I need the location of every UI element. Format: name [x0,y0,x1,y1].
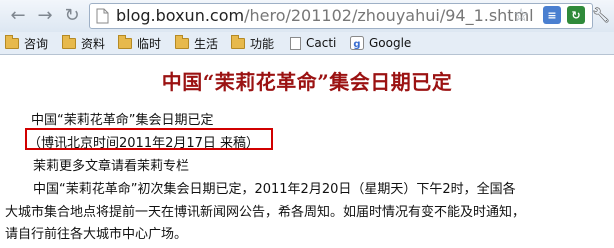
page-icon [290,36,301,50]
url-text[interactable]: blog.boxun.com/hero/201102/zhouyahui/94_… [116,7,534,25]
bookmark-label: Google [369,36,412,50]
bookmark-item[interactable]: 生活 [175,34,219,51]
folder-icon [5,34,19,49]
article-title: 中国“茉莉花革命”集会日期已定 [161,70,453,94]
forward-arrow-icon: → [37,4,53,26]
bookmark-item[interactable]: 临时 [118,34,162,51]
url-host: blog.boxun.com [116,6,245,25]
bookmark-item[interactable]: 功能 [231,34,275,51]
reload-icon: ↻ [64,4,80,26]
flag-extension-glyph: ≡ [547,8,557,22]
reload-button[interactable]: ↻ [60,4,84,26]
back-arrow-icon: ← [10,4,26,26]
wrench-icon: 🔧︎ [591,6,611,24]
bookmark-item[interactable]: 资料 [62,34,106,51]
browser-toolbar: ← → ↻ blog.boxun.com/hero/201102/zhouyah… [0,0,614,32]
folder-icon [175,34,189,49]
svg-text:g: g [353,39,360,50]
bookmark-label: 咨询 [24,36,49,51]
bookmark-item[interactable]: 咨询 [5,34,49,51]
page-content: 中国“茉莉花革命”集会日期已定 中国“茉莉花革命”集会日期已定 （博讯北京时间2… [0,55,614,248]
google-icon: g [350,36,364,50]
forward-button[interactable]: → [33,4,57,26]
settings-button[interactable]: 🔧︎ [589,4,613,26]
folder-icon [231,34,245,49]
folder-icon [62,34,76,49]
article-dateline: （博讯北京时间2011年2月17日 来稿） [28,136,260,151]
bookmark-label: 临时 [137,36,162,51]
folder-icon [118,34,132,49]
bookmark-item[interactable]: g Google [350,35,411,51]
bookmark-label: 生活 [194,36,219,51]
bookmarks-bar: 咨询 资料 临时 生活 功能 Cacti g Google [0,32,614,55]
bookmark-item[interactable]: Cacti [290,35,336,51]
body-line-2: 大城市集合地点将提前一天在博讯新闻网公告，希各周知。如届时情况有变不能及时通知， [5,205,526,220]
refresh-extension-glyph: ↻ [571,8,581,22]
back-button[interactable]: ← [6,4,30,26]
bookmark-label: 功能 [250,36,275,51]
refresh-extension-icon[interactable]: ↻ [567,6,585,24]
url-path: /hero/201102/zhouyahui/94_1.shtml [244,6,534,25]
page-icon [96,8,109,24]
bookmark-label: 资料 [81,36,106,51]
body-line-1: 中国“茉莉花革命”初次集会日期已定，2011年2月20日（星期天）下午2时，全国… [33,182,516,197]
article-subtitle: 中国“茉莉花革命”集会日期已定 [31,113,214,128]
more-articles-link[interactable]: 茉莉更多文章请看茉莉专栏 [33,155,189,174]
bookmark-label: Cacti [306,36,337,50]
flag-extension-icon[interactable]: ≡ [543,6,561,24]
body-line-3: 请自行前往各大城市中心广场。 [5,227,188,242]
